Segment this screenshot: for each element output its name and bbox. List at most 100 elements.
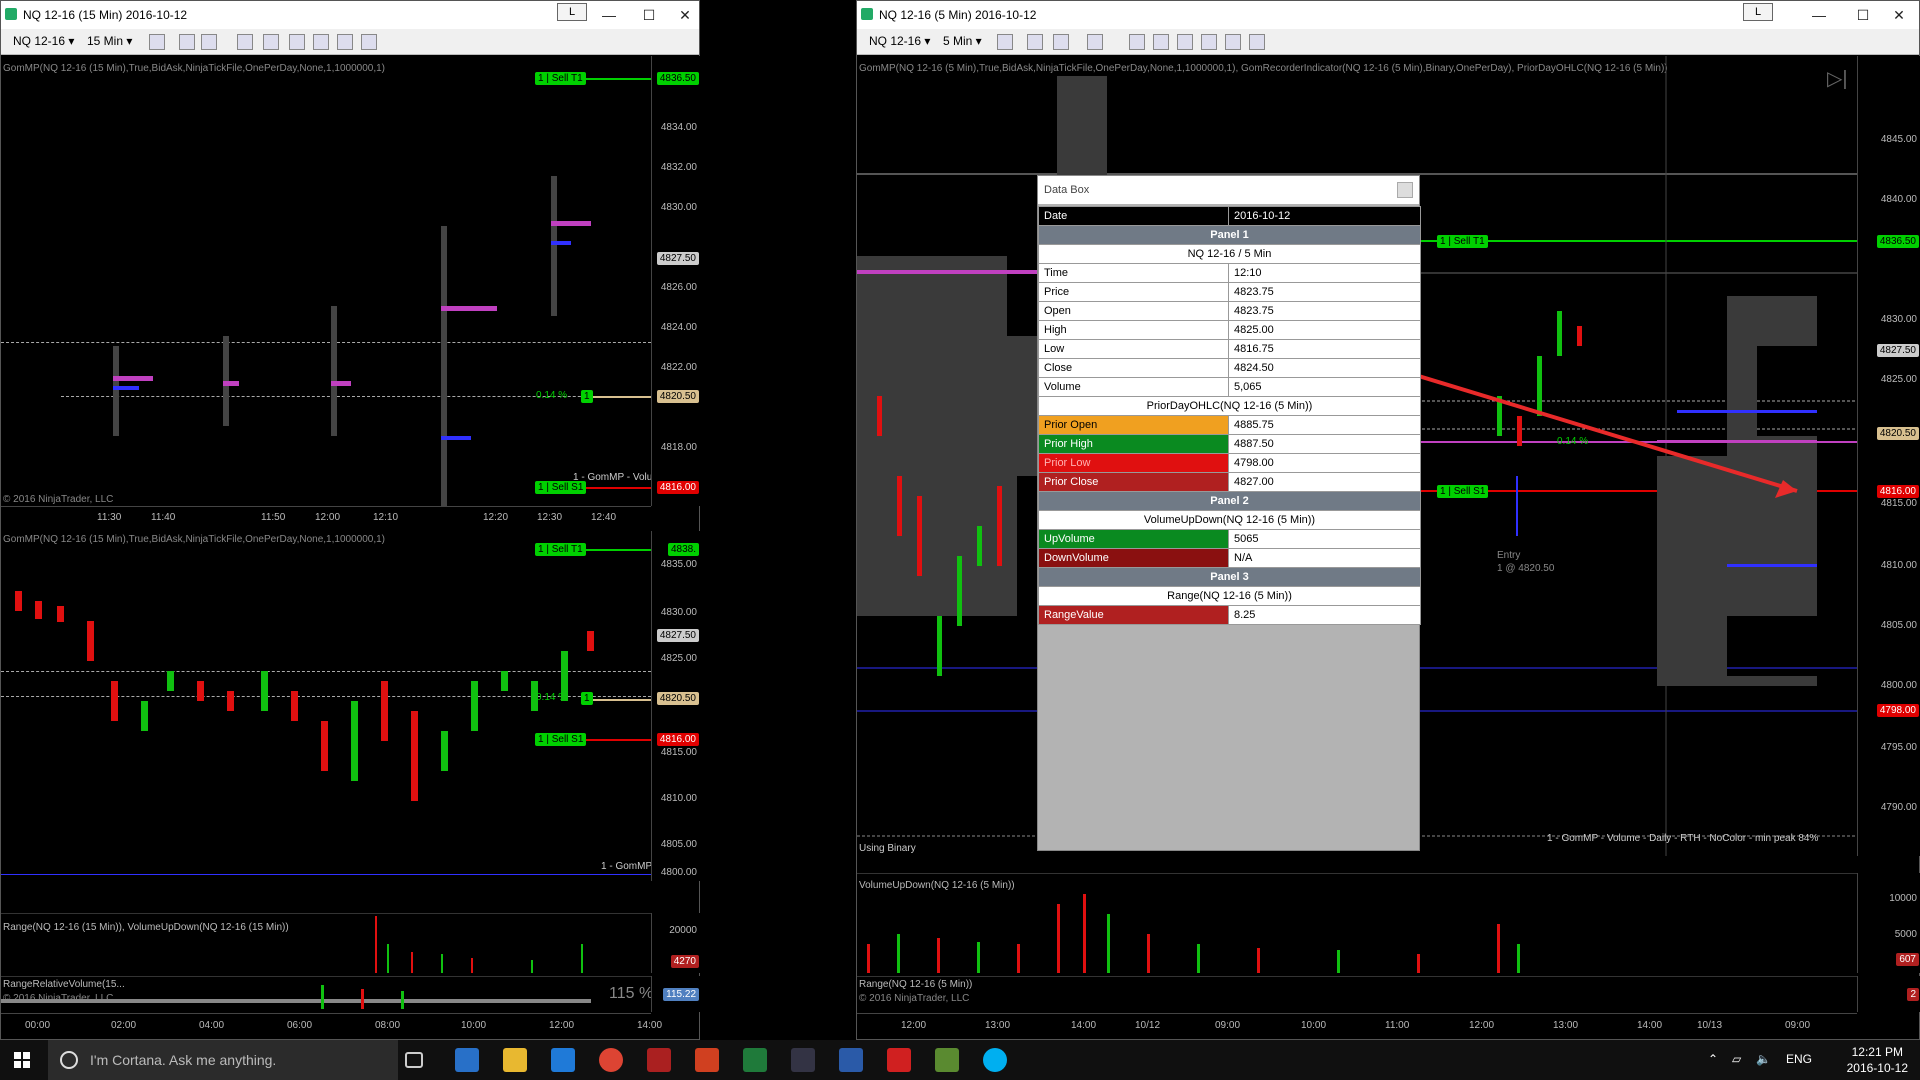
right-title-bar[interactable]: NQ 12-16 (5 Min) 2016-10-12 L — ☐ ✕	[857, 1, 1919, 29]
x-axis-labels: 11:30	[1, 56, 651, 506]
left-rrv-panel[interactable]: RangeRelativeVolume(15... © 2016 NinjaTr…	[1, 976, 651, 1012]
pencil-icon[interactable]	[179, 34, 195, 50]
cortana-search-box[interactable]: I'm Cortana. Ask me anything.	[48, 1040, 398, 1080]
powerpoint-icon[interactable]	[695, 1048, 719, 1072]
pencil-icon[interactable]	[1027, 34, 1043, 50]
rrv-value-tag: 115.22	[663, 988, 699, 1001]
tray-chevron-icon[interactable]: ⌃	[1708, 1052, 1718, 1066]
price-tag-current: 4827.50	[656, 629, 699, 642]
taskbar-clock[interactable]: 12:21 PM 2016-10-12	[1847, 1044, 1908, 1076]
indicators-icon[interactable]	[1153, 34, 1169, 50]
windows-start-icon[interactable]	[14, 1052, 30, 1068]
left-range-panel[interactable]: Range(NQ 12-16 (15 Min)), VolumeUpDown(N…	[1, 913, 651, 973]
cortana-icon	[60, 1051, 78, 1069]
price-tag-target: 4838.	[667, 543, 699, 556]
skype-icon[interactable]	[983, 1048, 1007, 1072]
instrument-selector[interactable]: NQ 12-16 ▾	[13, 34, 74, 48]
language-indicator[interactable]: ENG	[1786, 1052, 1812, 1066]
range-value-tag: 4270	[670, 955, 699, 968]
volume-icon[interactable]: 🔈	[1756, 1052, 1771, 1066]
entry-fill-label: 1 @ 4820.50	[1497, 563, 1555, 574]
left-bottom-price-axis[interactable]: 4838. 4835.00 4830.00 4827.50 4825.00 48…	[651, 531, 701, 881]
strategies-icon[interactable]	[1177, 34, 1193, 50]
marker-icon[interactable]	[201, 34, 217, 50]
left-bottom-candles	[15, 591, 594, 801]
data-box-close-button[interactable]	[1397, 182, 1413, 198]
edge-icon[interactable]	[551, 1048, 575, 1072]
row-range-value: RangeValue 8.25	[1038, 605, 1421, 625]
price-tag-target: 4836.50	[1876, 235, 1919, 248]
date-row: Date 2016-10-12	[1038, 206, 1421, 226]
range-header: Range(NQ 12-16 (5 Min))	[1038, 586, 1421, 606]
interval-selector[interactable]: 15 Min ▾	[87, 34, 132, 48]
left-title-bar[interactable]: NQ 12-16 (15 Min) 2016-10-12 L — ☐ ✕	[1, 1, 699, 29]
row-high: High 4825.00	[1038, 320, 1421, 340]
tws-icon[interactable]	[791, 1048, 815, 1072]
properties-icon[interactable]	[1225, 34, 1241, 50]
drawing-tool-icon[interactable]	[149, 34, 165, 50]
price-tag-current: 4827.50	[656, 252, 699, 265]
zoom-icon[interactable]	[1129, 34, 1145, 50]
price-tag-stop: 4816.00	[656, 481, 699, 494]
range-indicator-label: Range(NQ 12-16 (5 Min))	[859, 979, 973, 990]
sell-s1-tag[interactable]: 1 | Sell S1	[1437, 485, 1489, 498]
link-button[interactable]: L	[1743, 3, 1773, 21]
bars-icon[interactable]	[997, 34, 1013, 50]
properties-icon[interactable]	[361, 34, 377, 50]
panel2-header: Panel 2	[1038, 491, 1421, 511]
minimize-button[interactable]: —	[1797, 1, 1841, 29]
left-top-price-axis[interactable]: 4836.50 4834.00 4832.00 4830.00 4827.50 …	[651, 56, 701, 506]
volume-updown-header: VolumeUpDown(NQ 12-16 (5 Min))	[1038, 510, 1421, 530]
network-icon[interactable]: ▱	[1732, 1052, 1741, 1066]
indicators-icon[interactable]	[289, 34, 305, 50]
link-button[interactable]: L	[557, 3, 587, 21]
pointer-icon[interactable]	[237, 34, 253, 50]
word-icon[interactable]	[839, 1048, 863, 1072]
right-window-title: NQ 12-16 (5 Min) 2016-10-12	[879, 8, 1037, 22]
instrument-selector[interactable]: NQ 12-16 ▾	[869, 34, 930, 48]
right-volume-axis: 10000 5000 607	[1857, 873, 1920, 973]
price-tag-prior-low: 4798.00	[1876, 704, 1919, 717]
gom-label: 1 - GomMP - Volume - Daily - RTH - NoCol…	[1547, 833, 1819, 844]
left-range-axis: 20000 4270	[651, 913, 701, 973]
strategies-icon[interactable]	[313, 34, 329, 50]
close-button[interactable]: ✕	[663, 1, 707, 29]
right-range-panel[interactable]: Range(NQ 12-16 (5 Min)) © 2016 NinjaTrad…	[857, 976, 1857, 1012]
templates-icon[interactable]	[337, 34, 353, 50]
right-price-axis[interactable]: 4845.00 4840.00 4836.50 4830.00 4827.50 …	[1857, 56, 1920, 856]
volume-bars	[867, 894, 1520, 973]
minimize-button[interactable]: —	[587, 1, 631, 29]
right-range-axis: 2	[1857, 976, 1920, 1012]
right-volume-panel[interactable]: VolumeUpDown(NQ 12-16 (5 Min))	[857, 873, 1857, 973]
app-icon-green[interactable]	[935, 1048, 959, 1072]
panel1-header: Panel 1	[1038, 225, 1421, 245]
file-explorer-icon[interactable]	[503, 1048, 527, 1072]
templates-icon[interactable]	[1201, 34, 1217, 50]
left-bottom-chart[interactable]: GomMP(NQ 12-16 (15 Min),True,BidAsk,Ninj…	[1, 531, 651, 881]
left-chart-window: NQ 12-16 (15 Min) 2016-10-12 L — ☐ ✕ NQ …	[0, 0, 701, 1040]
rrv-bars	[1, 985, 591, 1009]
right-time-axis: 12:00 13:00 14:00 10/12 09:00 10:00 11:0…	[857, 1013, 1857, 1037]
app-icon-red[interactable]	[887, 1048, 911, 1072]
row-close: Close 4824.50	[1038, 358, 1421, 378]
row-prior-low: Prior Low 4798.00	[1038, 453, 1421, 473]
interval-selector[interactable]: 5 Min ▾	[943, 34, 982, 48]
zoom-icon[interactable]	[263, 34, 279, 50]
range-value-tag: 2	[1907, 988, 1919, 1001]
left-rrv-axis: 115.22	[651, 976, 701, 1012]
data-box-table: Date 2016-10-12 Panel 1 NQ 12-16 / 5 Min…	[1038, 206, 1421, 625]
ninjatrader-icon[interactable]	[647, 1048, 671, 1072]
pointer-icon[interactable]	[1087, 34, 1103, 50]
marker-icon[interactable]	[1053, 34, 1069, 50]
outlook-icon[interactable]	[455, 1048, 479, 1072]
ninjatrader-app-icon	[861, 8, 873, 20]
left-window-title: NQ 12-16 (15 Min) 2016-10-12	[23, 8, 188, 22]
task-view-icon[interactable]	[405, 1052, 423, 1068]
share-icon[interactable]	[1249, 34, 1265, 50]
close-button[interactable]: ✕	[1877, 1, 1920, 29]
data-box-title[interactable]: Data Box	[1038, 176, 1419, 204]
left-top-chart[interactable]: GomMP(NQ 12-16 (15 Min),True,BidAsk,Ninj…	[1, 56, 651, 506]
excel-icon[interactable]	[743, 1048, 767, 1072]
chrome-icon[interactable]	[599, 1048, 623, 1072]
sell-t1-tag[interactable]: 1 | Sell T1	[1437, 235, 1488, 248]
